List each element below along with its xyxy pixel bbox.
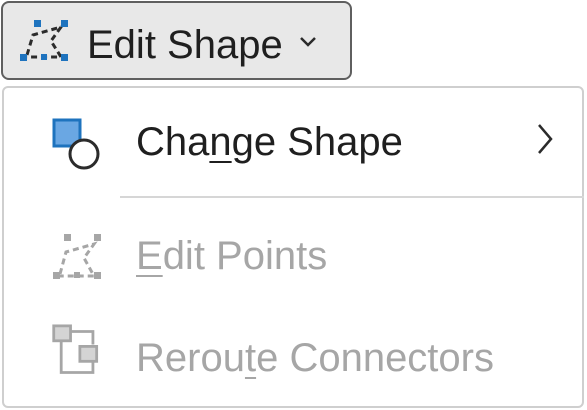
menu-item-edit-points[interactable]: Edit Points	[4, 204, 582, 304]
edit-points-icon	[20, 20, 68, 61]
menu-item-reroute-connectors[interactable]: Reroute Connectors	[4, 308, 582, 408]
change-shape-icon	[52, 118, 100, 170]
edit-shape-button[interactable]: Edit Shape	[1, 1, 352, 80]
chevron-down-icon	[300, 37, 316, 47]
chevron-right-icon	[538, 124, 553, 154]
change-shape-label: Change Shape	[136, 120, 403, 164]
edit-shape-menu: Change Shape Edit Points Reroute Connect…	[2, 86, 584, 408]
reroute-connectors-label: Reroute Connectors	[136, 336, 494, 380]
edit-shape-label: Edit Shape	[87, 23, 283, 67]
menu-item-change-shape[interactable]: Change Shape	[4, 88, 582, 196]
edit-points-icon	[53, 234, 101, 279]
edit-points-label: Edit Points	[136, 234, 328, 278]
reroute-connectors-icon	[52, 324, 99, 374]
edit-shape-ui: Edit Shape Change Shape Edit Points Rero…	[0, 0, 587, 410]
menu-separator	[120, 196, 584, 198]
